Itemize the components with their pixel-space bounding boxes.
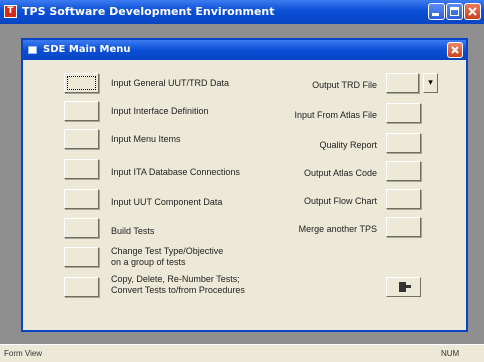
maximize-button[interactable]: [446, 3, 463, 20]
input-ita-database-button[interactable]: [64, 159, 99, 179]
output-trd-label: Output TRD File: [312, 80, 377, 90]
status-num: NUM: [441, 349, 460, 358]
exit-door-icon: [399, 282, 406, 292]
status-view: Form View: [4, 349, 43, 358]
minimize-icon: [432, 7, 441, 16]
chevron-down-icon: ▾: [428, 77, 433, 87]
form-icon: [28, 46, 37, 54]
input-interface-label: Input Interface Definition: [111, 106, 209, 116]
app-icon[interactable]: T: [4, 5, 17, 18]
build-tests-button[interactable]: [64, 218, 99, 238]
menu-title: SDE Main Menu: [43, 44, 131, 55]
output-flow-chart-label: Output Flow Chart: [303, 196, 377, 206]
copy-delete-tests-label-1: Copy, Delete, Re-Number Tests;: [111, 274, 240, 284]
close-button[interactable]: [464, 3, 481, 20]
main-menu-window: SDE Main Menu Input General UUT/TRD Data…: [21, 38, 468, 332]
quality-report-button[interactable]: [386, 133, 421, 153]
output-atlas-label: Output Atlas Code: [303, 168, 377, 178]
maximize-icon: [450, 7, 459, 16]
close-icon: [451, 46, 459, 54]
input-menu-items-label: Input Menu Items: [111, 134, 181, 144]
copy-delete-tests-button[interactable]: [64, 277, 99, 297]
output-atlas-button[interactable]: [386, 161, 421, 181]
input-menu-items-button[interactable]: [64, 129, 99, 149]
merge-tps-button[interactable]: [386, 217, 421, 237]
menu-titlebar: SDE Main Menu: [23, 40, 466, 60]
change-test-type-button[interactable]: [64, 247, 99, 267]
change-test-type-label-2: on a group of tests: [111, 257, 186, 267]
input-general-uut-label: Input General UUT/TRD Data: [111, 78, 230, 88]
input-general-uut-button[interactable]: [64, 73, 99, 93]
build-tests-label: Build Tests: [111, 226, 155, 236]
input-atlas-button[interactable]: [386, 103, 421, 123]
output-flow-chart-button[interactable]: [386, 189, 421, 209]
input-atlas-label: Input From Atlas File: [294, 110, 377, 120]
output-trd-dropdown[interactable]: ▾: [423, 73, 438, 93]
output-trd-button[interactable]: [386, 73, 419, 93]
close-icon: [468, 7, 477, 16]
input-interface-button[interactable]: [64, 101, 99, 121]
quality-report-label: Quality Report: [319, 140, 377, 150]
input-uut-component-label: Input UUT Component Data: [111, 197, 223, 207]
menu-close-button[interactable]: [447, 42, 463, 58]
copy-delete-tests-label-2: Convert Tests to/from Procedures: [111, 285, 245, 295]
input-ita-database-label: Input ITA Database Connections: [111, 167, 240, 177]
exit-arrow-icon: [406, 285, 411, 288]
merge-tps-label: Merge another TPS: [298, 224, 377, 234]
exit-button[interactable]: [386, 277, 421, 297]
app-title: TPS Software Development Environment: [22, 5, 275, 18]
input-uut-component-button[interactable]: [64, 189, 99, 209]
change-test-type-label-1: Change Test Type/Objective: [111, 246, 224, 256]
menu-body: Input General UUT/TRD Data Input Interfa…: [23, 60, 466, 330]
status-bar: Form View NUM: [0, 344, 484, 362]
app-titlebar: T TPS Software Development Environment: [0, 0, 484, 24]
minimize-button[interactable]: [428, 3, 445, 20]
